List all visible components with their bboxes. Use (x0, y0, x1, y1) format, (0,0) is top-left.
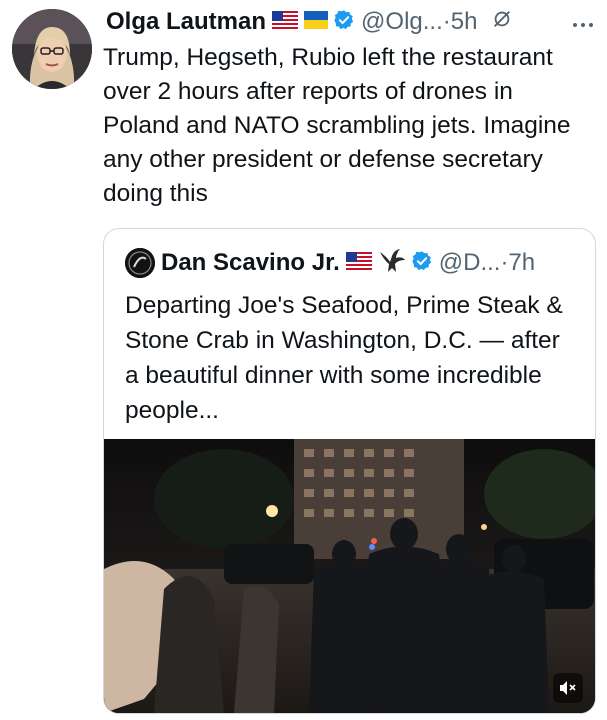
time-separator: · (500, 249, 509, 276)
quoted-author-handle[interactable]: @D... (439, 249, 501, 277)
more-options-icon[interactable] (571, 9, 595, 35)
verified-badge-icon[interactable] (333, 9, 355, 36)
quoted-author-avatar[interactable] (125, 248, 155, 278)
author-avatar[interactable] (12, 9, 92, 89)
video-frame (104, 439, 595, 713)
us-flag-icon (345, 251, 372, 275)
tweet-text: Trump, Hegseth, Rubio left the restauran… (103, 44, 571, 207)
time-separator: · (442, 8, 451, 35)
us-flag-icon (272, 10, 299, 34)
quoted-tweet[interactable]: Dan Scavino Jr. @D... · 7h Departing Joe… (103, 228, 596, 714)
author-handle[interactable]: @Olg... (361, 8, 443, 36)
author-name[interactable]: Olga Lautman (106, 8, 266, 36)
tweet-header: Olga Lautman @Olg... · 5h (106, 6, 595, 38)
ukraine-flag-icon (304, 10, 329, 34)
quoted-tweet-time[interactable]: 7h (508, 249, 535, 277)
tweet-time[interactable]: 5h (451, 8, 478, 36)
quoted-author-name[interactable]: Dan Scavino Jr. (161, 249, 340, 277)
quoted-tweet-video[interactable] (104, 439, 595, 713)
mute-toggle-icon[interactable] (553, 673, 583, 703)
grok-icon[interactable] (491, 8, 513, 36)
quoted-tweet-header: Dan Scavino Jr. @D... · 7h (125, 247, 585, 279)
quoted-tweet-text: Departing Joe's Seafood, Prime Steak & S… (125, 292, 563, 424)
avatar-photo (12, 9, 92, 89)
verified-badge-icon[interactable] (411, 250, 433, 277)
eagle-icon (378, 248, 406, 279)
